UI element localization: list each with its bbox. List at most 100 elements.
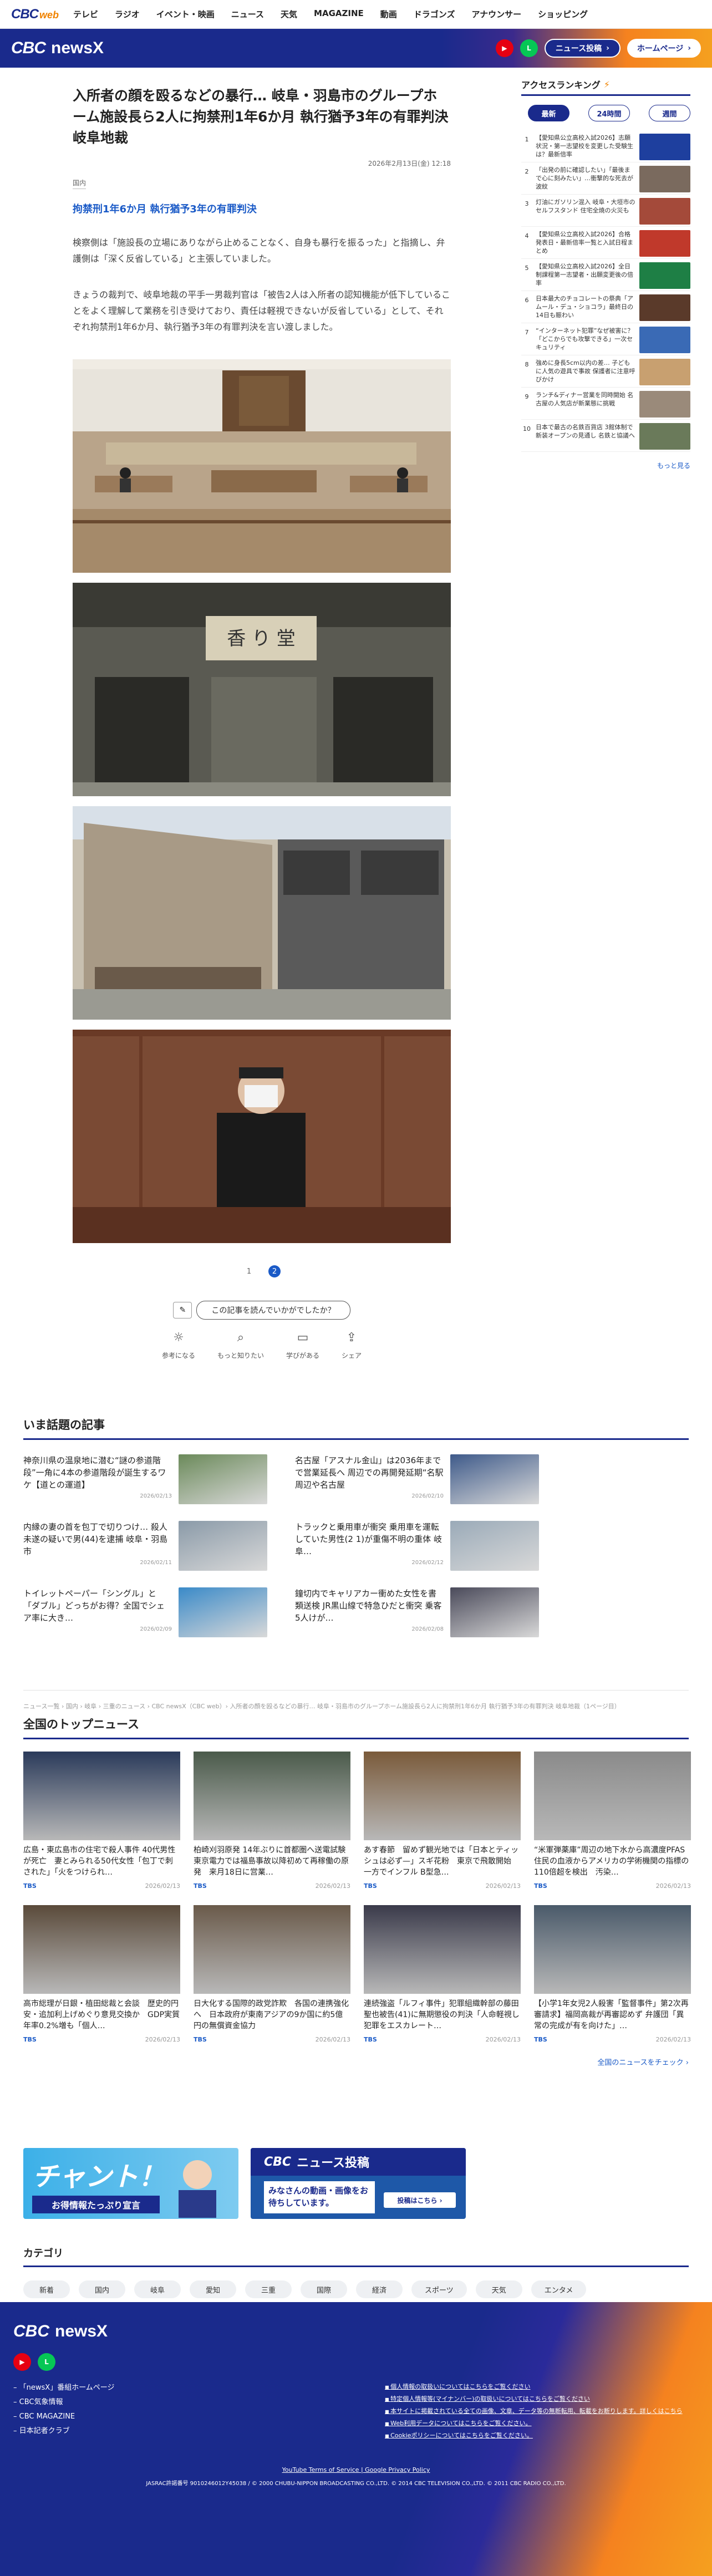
- article-paragraph: 検察側は「施設長の立場にありながら止めることなく、自身も暴行を振るった」と指摘し…: [73, 237, 445, 264]
- news-post-banner[interactable]: CBC ニュース投稿 みなさんの動画・画像をお待ちしています。 投稿はこちら ›: [251, 2148, 466, 2219]
- category-pill[interactable]: 経済: [356, 2280, 403, 2298]
- ranking-more-link[interactable]: もっと見る: [521, 461, 690, 470]
- nav-item-dragons[interactable]: ドラゴンズ: [414, 8, 455, 20]
- ranking-item[interactable]: 3 灯油にガソリン混入 岐阜・大垣市のセルフスタンド 住宅全焼の火災も: [521, 195, 690, 227]
- footer-link[interactable]: 「newsX」番組ホームページ: [13, 2381, 115, 2395]
- post-banner-cbc: CBC: [264, 2155, 292, 2169]
- ranking-item[interactable]: 1 【愛知県公立高校入試2026】志願状況・第一志望校を変更した受験生は？最新倍率: [521, 130, 690, 162]
- category-pill[interactable]: 新着: [23, 2280, 70, 2298]
- topnews-source: TBS: [364, 1882, 377, 1890]
- category-pill[interactable]: 愛知: [190, 2280, 236, 2298]
- nav-item-shopping[interactable]: ショッピング: [538, 8, 588, 20]
- footer-link[interactable]: CBC気象情報: [13, 2395, 115, 2410]
- policy-link[interactable]: Web利用データについてはこちらをご覧ください。: [385, 2417, 683, 2430]
- tab-24h[interactable]: 24時間: [588, 105, 630, 121]
- nav-item-weather[interactable]: 天気: [281, 8, 297, 20]
- ranking-number: 1: [525, 136, 529, 143]
- page-link-2[interactable]: 2: [268, 1265, 281, 1277]
- reaction-helpful[interactable]: ☼ 参考になる: [162, 1331, 195, 1360]
- ranking-text: “インターネット犯罪”なぜ被害に？「どこからでも攻撃できる」一次セキュリティ: [536, 327, 634, 351]
- tab-weekly[interactable]: 週間: [649, 105, 690, 121]
- trending-item[interactable]: 鐘切内でキャリアカー衝めた女性を書類送検 JR黒山線で特急ひだと衝突 乗客5人け…: [295, 1587, 539, 1641]
- topnews-card[interactable]: 広島・東広島市の住宅で殺人事件 40代男性が死亡 妻とみられる50代女性「包丁で…: [23, 1752, 180, 1890]
- trending-text: 内縁の妻の首を包丁で切りつけ… 殺人未遂の疑いで男(44)を逮捕 岐阜・羽島市 2…: [23, 1521, 172, 1574]
- topnews-card[interactable]: 高市総理が日銀・植田総裁と会談 歴史的円安・追加利上げめぐり意見交換か GDP実…: [23, 1905, 180, 2043]
- topnews-card[interactable]: 連続強盗「ルフィ事件」犯罪組織幹部の藤田聖也被告(41)に無期懲役の判決「人命軽…: [364, 1905, 521, 2043]
- nav-item-announcer[interactable]: アナウンサー: [471, 8, 521, 20]
- cbc-web-logo[interactable]: CBC web: [11, 7, 59, 22]
- youtube-icon[interactable]: ▶: [13, 2353, 31, 2371]
- global-nav-list: テレビ ラジオ イベント・映画 ニュース 天気 MAGAZINE 動画 ドラゴン…: [73, 8, 588, 20]
- nav-item-event[interactable]: イベント・映画: [156, 8, 215, 20]
- topnews-headline: 日大化する国際的政党詐欺 各国の連携強化へ 日本政府が東南アジアの9か国に約5億…: [194, 1999, 349, 2030]
- category-pill[interactable]: 天気: [475, 2280, 522, 2298]
- category-pill[interactable]: スポーツ: [411, 2280, 467, 2298]
- chant-banner[interactable]: チャント！ お得情報たっぷり宣言: [23, 2148, 238, 2219]
- trending-title: いま話題の記事: [23, 1416, 689, 1440]
- ranking-item[interactable]: 2 「出発の前に確認したい」「最後まで心に刻みたい」…衝撃的な死去が波紋: [521, 162, 690, 195]
- page-link-1[interactable]: 1: [243, 1265, 255, 1277]
- feedback-question: この記事を読んでいかがでしたか？: [196, 1301, 350, 1320]
- policy-link[interactable]: 特定個人情報等(マイナンバー)の取扱いについてはこちらをご覧ください: [385, 2393, 683, 2405]
- tab-latest[interactable]: 最新: [528, 105, 569, 121]
- policy-link[interactable]: Cookieポリシーについてはこちらをご覧ください。: [385, 2430, 683, 2442]
- newsx-logo[interactable]: CBC newsX: [11, 39, 104, 58]
- logo-cbc-text: CBC: [13, 2322, 49, 2340]
- nav-item-tv[interactable]: テレビ: [73, 8, 98, 20]
- breadcrumb[interactable]: ニュース一覧 › 国内 › 岐阜 › 三重のニュース › CBC newsX（C…: [23, 1690, 689, 1710]
- trending-date: 2026/02/11: [140, 1560, 172, 1566]
- nav-item-video[interactable]: 動画: [380, 8, 397, 20]
- line-icon[interactable]: L: [520, 39, 538, 57]
- youtube-terms[interactable]: YouTube Terms of Service | Google Privac…: [0, 2466, 712, 2473]
- category-pill[interactable]: 国際: [301, 2280, 347, 2298]
- trending-item[interactable]: 名古屋「アスナル金山」は2036年までで営業延長へ 周辺での再開発延期“名駅周辺…: [295, 1454, 539, 1508]
- topnews-all-link[interactable]: 全国のニュースをチェック ›: [23, 2056, 689, 2067]
- topnews-source: TBS: [194, 1882, 207, 1890]
- footer-link[interactable]: CBC MAGAZINE: [13, 2410, 115, 2424]
- trending-date: 2026/02/08: [411, 1626, 444, 1632]
- category-pill[interactable]: 三重: [245, 2280, 292, 2298]
- ranking-number: 7: [525, 329, 529, 336]
- nav-item-radio[interactable]: ラジオ: [115, 8, 140, 20]
- category-pill[interactable]: 岐阜: [134, 2280, 181, 2298]
- nav-item-magazine[interactable]: MAGAZINE: [314, 8, 364, 20]
- topnews-card[interactable]: “米軍弾薬庫”周辺の地下水から高濃度PFAS 住民の血液からアメリカの学術機関の…: [534, 1752, 691, 1890]
- article-date: 2026年2月13日(金) 12:18: [368, 160, 451, 167]
- line-icon[interactable]: L: [38, 2353, 55, 2371]
- footer-logo[interactable]: CBC newsX: [13, 2322, 108, 2341]
- trending-item[interactable]: トラックと乗用車が衝突 乗用車を運転していた男性(2 1)が重傷不明の重体 岐阜…: [295, 1521, 539, 1574]
- nav-item-news[interactable]: ニュース: [231, 8, 264, 20]
- policy-link[interactable]: 個人情報の取扱いについてはこちらをご覧ください: [385, 2381, 683, 2393]
- category-pill[interactable]: 国内: [79, 2280, 125, 2298]
- topnews-card[interactable]: 【小学1年女児2人殺害「監督事件」第2次再審請求】福岡高裁が再審認めず 弁護団「…: [534, 1905, 691, 2043]
- homepage-button[interactable]: ホームページ ›: [627, 39, 701, 58]
- ranking-item[interactable]: 4 【愛知県公立高校入試2026】合格発表日・最新倍率一覧と入試日程まとめ: [521, 227, 690, 259]
- footer-link[interactable]: 日本記者クラブ: [13, 2424, 115, 2438]
- ranking-item[interactable]: 10 日本で最古の名鉄百貨店 3館体制で新装オープンの見通し 名鉄と協議へ: [521, 420, 690, 452]
- ranking-item[interactable]: 8 強めに身長5cm以内の差… 子どもに人気の遊具で事故 保護者に注意呼びかけ: [521, 355, 690, 388]
- topnews-card[interactable]: あす春節 留めず観光地では「日本とティッシュは必ず—」スギ花粉 東京で飛散開始 …: [364, 1752, 521, 1890]
- news-post-button[interactable]: ニュース投稿 ›: [544, 39, 621, 58]
- youtube-icon[interactable]: ▶: [495, 39, 513, 57]
- reaction-want-more[interactable]: ⌕ もっと知りたい: [217, 1331, 264, 1360]
- ranking-item[interactable]: 7 “インターネット犯罪”なぜ被害に？「どこからでも攻撃できる」一次セキュリティ: [521, 323, 690, 355]
- trending-item[interactable]: 神奈川県の温泉地に潜む“謎の参道階段”一角に4本の参道階段が誕生するワケ【道との…: [23, 1454, 267, 1508]
- youtube-terms-text[interactable]: YouTube Terms of Service | Google Privac…: [282, 2466, 430, 2473]
- topnews-card[interactable]: 日大化する国際的政党詐欺 各国の連携強化へ 日本政府が東南アジアの9か国に約5億…: [194, 1905, 350, 2043]
- ranking-thumbnail: [639, 262, 690, 289]
- trending-item[interactable]: 内縁の妻の首を包丁で切りつけ… 殺人未遂の疑いで男(44)を逮捕 岐阜・羽島市 2…: [23, 1521, 267, 1574]
- topnews-source: TBS: [534, 1882, 547, 1890]
- category-pill[interactable]: エンタメ: [531, 2280, 587, 2298]
- topnews-source: TBS: [23, 1882, 37, 1890]
- ranking-item[interactable]: 5 【愛知県公立高校入試2026】全日制課程第一志望者・出願変更後の倍率: [521, 259, 690, 291]
- article: 入所者の顔を殴るなどの暴行… 岐阜・羽島市のグループホーム施設長ら2人に拘禁刑1…: [73, 85, 451, 1360]
- trending-item[interactable]: トイレットペーパー「シングル」と「ダブル」どっちがお得？全国でシェア率に大き… 2…: [23, 1587, 267, 1641]
- topnews-card[interactable]: 柏崎刈羽原発 14年ぶりに首都圏へ送電試験 東京電力では福島事故以降初めて再稼働…: [194, 1752, 350, 1890]
- ranking-item[interactable]: 9 ランチ&ディナー営業を同時開始 名古屋の人気店が新業態に挑戦: [521, 388, 690, 420]
- reaction-learned[interactable]: ▭ 学びがある: [286, 1331, 319, 1360]
- article-category[interactable]: 国内: [73, 178, 87, 189]
- ranking-item[interactable]: 6 日本最大のチョコレートの祭典「アムール・デュ・ショコラ」最終日の14日も賑わい: [521, 291, 690, 323]
- post-banner-cta[interactable]: 投稿はこちら ›: [384, 2192, 456, 2208]
- policy-link[interactable]: 本サイトに掲載されている全ての画像、文章、データ等の無断転用、転載をお断りします…: [385, 2405, 683, 2417]
- reaction-share[interactable]: ⇪ シェア: [342, 1331, 362, 1360]
